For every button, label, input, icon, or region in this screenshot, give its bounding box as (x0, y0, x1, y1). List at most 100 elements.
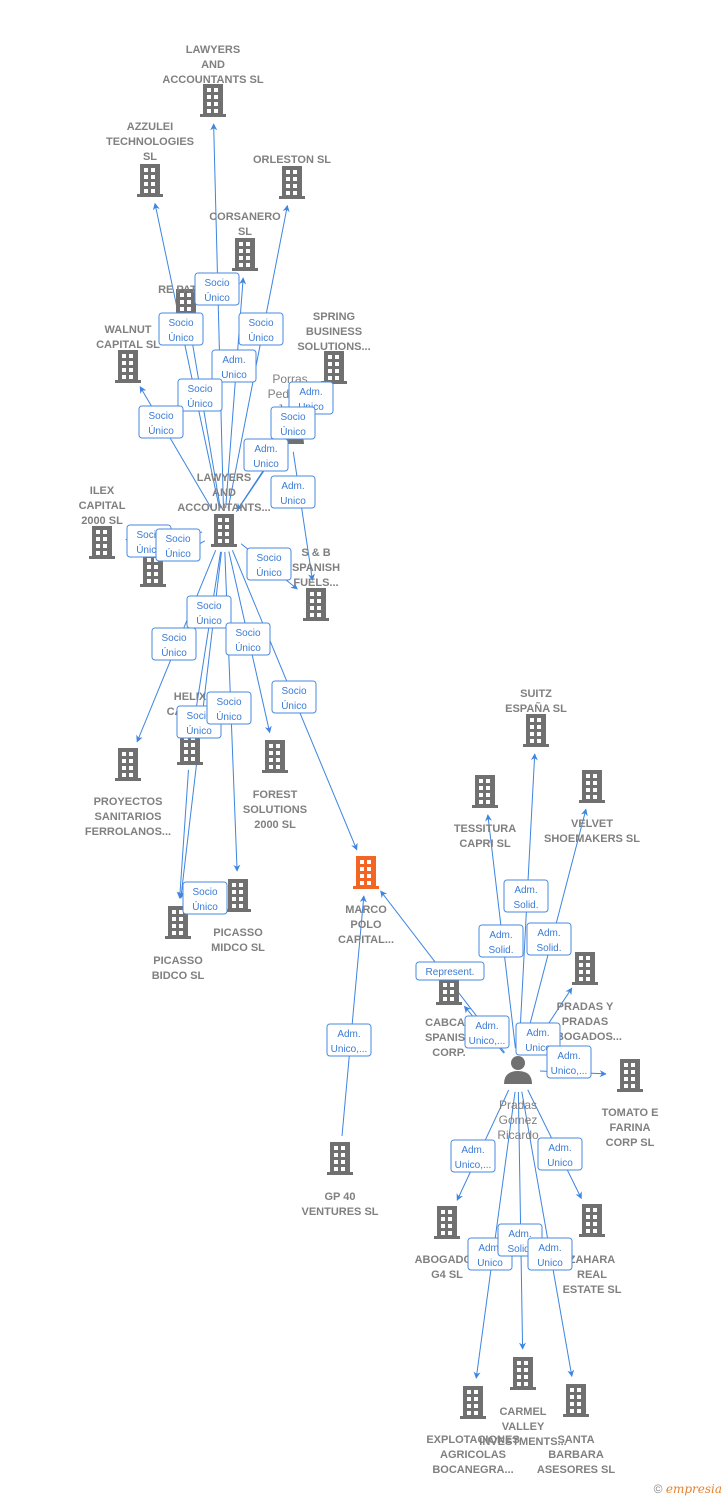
node-label: 2000 SL (81, 515, 123, 527)
relation-label-text: Único (186, 724, 212, 737)
node-ilex[interactable]: ILEX CAPITAL 2000 SL (79, 485, 126, 559)
node-label: ASESORES SL (537, 1464, 616, 1476)
relation-label[interactable]: Socio Único (151, 627, 197, 661)
relation-label[interactable]: Adm. Unico (527, 1237, 573, 1271)
node-orleston[interactable]: ORLESTON SL (253, 154, 331, 199)
building-icon (115, 350, 141, 383)
relation-label[interactable]: Adm. Solid. (503, 879, 549, 913)
relation-label[interactable]: Socio Único (271, 680, 317, 714)
building-icon (472, 775, 498, 808)
relation-label[interactable]: Adm. Unico,... (546, 1045, 592, 1079)
relation-label[interactable]: Adm. Unico,... (450, 1139, 496, 1173)
node-proyectos[interactable]: PROYECTOS SANITARIOS FERROLANOS... (85, 748, 171, 838)
edge-gp40-to-marco (341, 895, 367, 1137)
relation-label[interactable]: Socio Único (194, 272, 240, 306)
node-label: ESTATE SL (563, 1284, 622, 1296)
building-icon (211, 514, 237, 547)
relation-label-text: Único (196, 614, 222, 627)
node-azzulei[interactable]: AZZULEI TECHNOLOGIES SL (106, 121, 194, 197)
node-label: 2000 SL (254, 819, 296, 831)
relation-label[interactable]: Socio Único (206, 691, 252, 725)
relation-label[interactable]: Represent. (415, 961, 485, 981)
relation-label[interactable]: Socio Único (238, 312, 284, 346)
relation-label[interactable]: Socio Único (138, 405, 184, 439)
node-label: BUSINESS (306, 326, 362, 338)
relation-label-text: Adm. (461, 1145, 484, 1156)
relation-label-text: Único (165, 547, 191, 560)
relation-label[interactable]: Socio Único (155, 528, 201, 562)
relation-label-text: Único (192, 900, 218, 913)
node-label: CORSANERO (209, 211, 281, 223)
relation-label[interactable]: Socio Único (246, 547, 292, 581)
node-walnut[interactable]: WALNUT CAPITAL SL (96, 324, 160, 383)
node-label: LAWYERS (186, 44, 240, 56)
relation-label[interactable]: Socio Único (225, 622, 271, 656)
relation-label[interactable]: Adm. Unico,... (326, 1023, 372, 1057)
building-icon (510, 1357, 536, 1390)
relation-label[interactable]: Socio Único (182, 881, 228, 915)
relation-label[interactable]: Adm. Unico (211, 349, 257, 383)
relation-label[interactable]: Socio Único (270, 406, 316, 440)
node-label: S & B (301, 547, 330, 559)
relation-label[interactable]: Socio Único (186, 595, 232, 629)
relation-label[interactable]: Socio Único (177, 378, 223, 412)
node-santa[interactable]: SANTA BARBARA ASESORES SL (537, 1384, 616, 1476)
node-label: ORLESTON SL (253, 154, 331, 166)
node-label: AND (201, 59, 225, 71)
building-icon (303, 588, 329, 621)
node-tomato[interactable]: TOMATO E FARINA CORP SL (602, 1059, 659, 1149)
node-label: FARINA (610, 1122, 651, 1134)
relation-label-text: Único (168, 331, 194, 344)
relation-label-text: Único (281, 699, 307, 712)
relation-label[interactable]: Adm. Unico,... (464, 1015, 510, 1049)
node-label: Gomez (499, 1113, 538, 1127)
node-picasso_bidco[interactable]: PICASSO BIDCO SL (152, 906, 205, 982)
relation-label[interactable]: Adm. Unico (537, 1137, 583, 1171)
node-label: PRADAS (562, 1016, 608, 1028)
relation-label-text: Unico (280, 496, 306, 507)
relation-label[interactable]: Adm. Unico (243, 438, 289, 472)
relation-label-text: Adm. (548, 1143, 571, 1154)
node-gp40[interactable]: GP 40 VENTURES SL (301, 1142, 379, 1218)
relation-label-text: Socio (148, 411, 173, 422)
relation-label-text: Unico (253, 459, 279, 470)
brand-logo[interactable]: empresia (666, 1482, 722, 1496)
node-sb[interactable]: S & B SPANISH FUELS... (292, 547, 340, 621)
building-icon (579, 1204, 605, 1237)
node-label: AND (212, 487, 236, 499)
relation-label-text: Unico,... (469, 1036, 506, 1047)
relation-label[interactable]: Adm. Solid. (526, 922, 572, 956)
node-forest[interactable]: FOREST SOLUTIONS 2000 SL (243, 740, 307, 831)
node-label: MIDCO SL (211, 942, 265, 954)
node-label: G4 SL (431, 1269, 463, 1281)
node-label: PICASSO (153, 955, 203, 967)
relation-label-text: Adm. (254, 444, 277, 455)
node-label: ZAHARA (569, 1254, 615, 1266)
node-pradas_gomez[interactable]: PradasGomezRicardo (497, 1056, 539, 1142)
node-suitz[interactable]: SUITZ ESPAÑA SL (505, 688, 567, 747)
node-spring[interactable]: SPRING BUSINESS SOLUTIONS... (297, 311, 371, 384)
relation-label-text: Socio (216, 697, 241, 708)
node-marco[interactable]: MARCO POLO CAPITAL... (338, 856, 394, 946)
node-label: ACCOUNTANTS... (177, 502, 270, 514)
node-corsanero[interactable]: CORSANERO SL (209, 211, 281, 271)
relation-label[interactable]: Adm. Unico (270, 475, 316, 509)
node-velvet[interactable]: VELVET SHOEMAKERS SL (544, 770, 640, 845)
footer: © empresia (654, 1482, 722, 1496)
node-label: GP 40 (325, 1191, 356, 1203)
node-lawyers_top[interactable]: LAWYERS AND ACCOUNTANTS SL (162, 44, 264, 117)
relation-label-text: Socio (256, 553, 281, 564)
relation-label-text: Adm. (299, 387, 322, 398)
edge-lawyers_mid-to-lawyers_top (210, 123, 224, 509)
node-tessitura[interactable]: TESSITURA CAPRI SL (454, 775, 516, 850)
relation-label-text: Adm. (281, 481, 304, 492)
relation-label-text: Unico,... (331, 1044, 368, 1055)
relation-label[interactable]: Socio Único (158, 312, 204, 346)
node-label: FERROLANOS... (85, 826, 171, 838)
node-label: SL (238, 226, 252, 238)
relation-label[interactable]: Adm. Solid. (478, 924, 524, 958)
relation-label-text: Solid. (513, 900, 538, 911)
relation-label-text: Adm. (222, 355, 245, 366)
relation-label-text: Socio (204, 278, 229, 289)
building-icon (225, 879, 251, 912)
